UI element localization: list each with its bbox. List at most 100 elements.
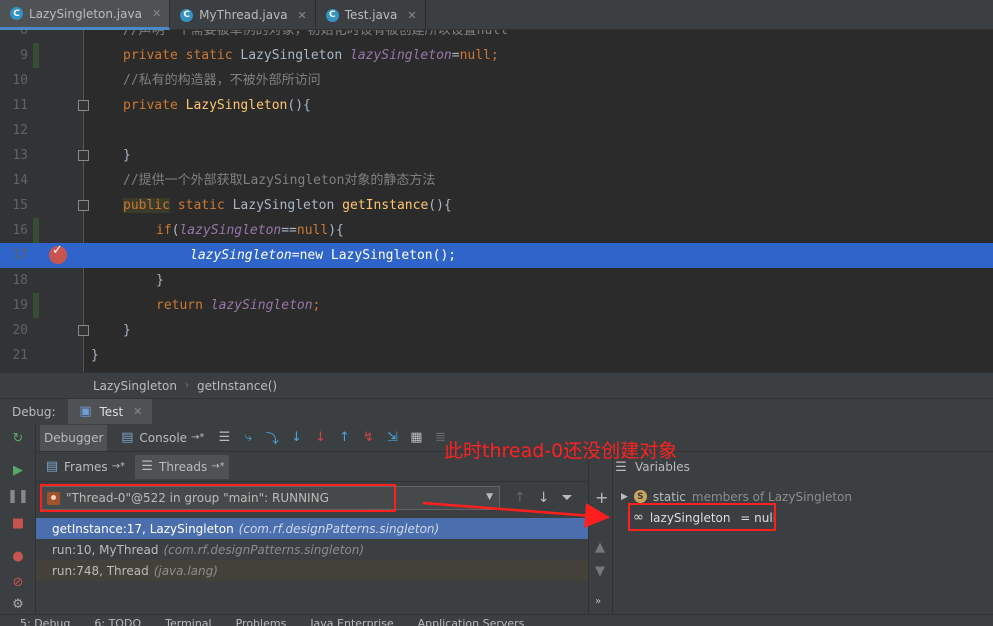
code-line[interactable]: 9 private static LazySingleton lazySingl… <box>0 43 993 68</box>
code-line[interactable]: 12 <box>0 118 993 143</box>
more-icon[interactable]: » <box>595 596 601 607</box>
fold-icon[interactable] <box>78 325 89 336</box>
evaluate-expression-icon[interactable]: ▦ <box>408 430 424 446</box>
code-line[interactable]: 11 private LazySingleton(){ <box>0 93 993 118</box>
execution-point-line[interactable]: 17 lazySingleton=new LazySingleton(); <box>0 243 993 268</box>
code-text: return lazySingleton; <box>156 298 321 313</box>
run-config-icon: ▣ <box>79 404 92 419</box>
breadcrumb-method[interactable]: getInstance() <box>197 379 277 393</box>
debug-session-tab[interactable]: ▣ Test ✕ <box>67 398 153 425</box>
menu-icon[interactable]: ☰ <box>216 430 232 446</box>
move-up-icon[interactable]: ▲ <box>595 540 605 555</box>
close-icon[interactable]: ✕ <box>133 405 142 418</box>
force-step-into-icon[interactable]: ↓ <box>312 430 328 446</box>
stop-icon[interactable]: ■ <box>10 515 26 531</box>
annotation-box-variable <box>628 503 776 531</box>
bottom-tool-bar: 5: Debug 6: TODO Terminal Problems Java … <box>0 614 993 626</box>
fold-icon[interactable] <box>78 100 89 111</box>
static-icon: S <box>633 490 647 503</box>
tab-lazysingleton[interactable]: C LazySingleton.java ✕ <box>0 0 171 30</box>
close-icon[interactable]: ✕ <box>152 7 161 20</box>
move-down-icon[interactable]: ▼ <box>595 564 605 579</box>
pin-icon[interactable]: →* <box>112 461 125 472</box>
rerun-icon[interactable]: ↻ <box>10 430 26 446</box>
tab-debugger[interactable]: Debugger <box>40 424 108 451</box>
line-number: 13 <box>12 148 28 163</box>
line-number: 9 <box>20 48 28 63</box>
code-line[interactable]: 16 if(lazySingleton==null){ <box>0 218 993 243</box>
bottom-tab-todo[interactable]: 6: TODO <box>94 615 141 626</box>
step-over-icon[interactable]: ⤵ <box>264 430 280 447</box>
tab-console[interactable]: ▤ Console →* <box>115 425 208 451</box>
debug-tool-window-header: Debug: ▣ Test ✕ <box>0 398 993 425</box>
line-number: 21 <box>12 348 28 363</box>
step-into-icon[interactable]: ↓ <box>288 430 304 446</box>
code-line[interactable]: 18 } <box>0 268 993 293</box>
bottom-tab-debug[interactable]: 5: Debug <box>20 615 70 626</box>
code-text: //私有的构造器，不被外部所访问 <box>123 73 321 88</box>
bottom-tab-problems[interactable]: Problems <box>236 615 287 626</box>
bottom-tab-terminal[interactable]: Terminal <box>165 615 212 626</box>
drop-frame-icon[interactable]: ↯ <box>360 430 376 446</box>
code-text: public static LazySingleton getInstance(… <box>123 198 452 213</box>
change-marker <box>33 293 39 318</box>
variables-side-toolbar: + − ▲ ▼ » <box>588 452 612 614</box>
pause-icon[interactable]: ❚❚ <box>7 488 29 504</box>
code-text: } <box>156 273 164 288</box>
debugger-tab-label: Debugger <box>44 430 104 445</box>
mute-breakpoints-icon[interactable]: ⊘ <box>10 574 26 590</box>
code-text: } <box>123 148 131 163</box>
code-line[interactable]: 15 public static LazySingleton getInstan… <box>0 193 993 218</box>
run-to-cursor-icon[interactable]: ⇲ <box>384 430 400 446</box>
code-text: } <box>123 323 131 338</box>
tab-test[interactable]: C Test.java ✕ <box>316 0 426 30</box>
fold-icon[interactable] <box>78 200 89 211</box>
code-line[interactable]: 8 //声明一个需要被单例的对象，初始化时设有被创建所以设置null <box>0 30 993 43</box>
tab-mythread[interactable]: C MyThread.java ✕ <box>170 0 316 30</box>
annotation-arrow <box>422 501 610 528</box>
line-number: 11 <box>12 98 28 113</box>
frame-row[interactable]: run:10, MyThread (com.rf.designPatterns.… <box>36 539 588 560</box>
code-line[interactable]: 14 //提供一个外部获取LazySingleton对象的静态方法 <box>0 168 993 193</box>
code-line[interactable]: 21 } <box>0 343 993 368</box>
annotation-box-thread <box>40 484 396 512</box>
code-line[interactable]: 13 } <box>0 143 993 168</box>
code-text: } <box>91 348 99 363</box>
pin-icon[interactable]: →* <box>211 461 224 472</box>
annotation-text: 此时thread-0还没创建对象 <box>444 440 678 462</box>
breakpoint-icon[interactable] <box>49 243 67 264</box>
close-icon[interactable]: ✕ <box>298 9 307 22</box>
breadcrumb-class[interactable]: LazySingleton <box>93 379 177 393</box>
bottom-tab-java-enterprise[interactable]: Java Enterprise <box>310 615 393 626</box>
expand-arrow-icon[interactable]: ▶ <box>621 492 628 502</box>
variables-panel: ☰ Variables ▶ S static members of LazySi… <box>612 452 993 614</box>
line-number: 8 <box>20 30 28 38</box>
debug-left-toolbar: ↻ ▶ ❚❚ ■ ● ⊘ ⚙ <box>0 424 36 614</box>
code-line[interactable]: 20 } <box>0 318 993 343</box>
pin-icon[interactable]: →* <box>191 432 204 443</box>
tab-frames[interactable]: ▤ Frames →* <box>40 455 129 479</box>
frame-method: run:10, MyThread <box>52 542 159 557</box>
show-execution-point-icon[interactable]: ⤷ <box>240 430 256 446</box>
frame-row[interactable]: run:748, Thread (java.lang) <box>36 560 588 581</box>
tab-label: MyThread.java <box>199 8 288 22</box>
line-number: 14 <box>12 173 28 188</box>
code-editor[interactable]: 8 //声明一个需要被单例的对象，初始化时设有被创建所以设置null 9 pri… <box>0 30 993 372</box>
settings-icon[interactable]: ⚙ <box>10 596 26 612</box>
tab-threads[interactable]: ☰ Threads →* <box>135 454 229 479</box>
line-number: 12 <box>12 123 28 138</box>
code-line[interactable]: 19 return lazySingleton; <box>0 293 993 318</box>
step-out-icon[interactable]: ↑ <box>336 430 352 446</box>
frames-tab-label: Frames <box>64 459 108 474</box>
frame-package: (com.rf.designPatterns.singleton) <box>163 542 365 557</box>
code-line[interactable]: 10 //私有的构造器，不被外部所访问 <box>0 68 993 93</box>
fold-icon[interactable] <box>78 150 89 161</box>
resume-icon[interactable]: ▶ <box>10 462 26 478</box>
java-class-icon: C <box>325 8 339 22</box>
view-breakpoints-icon[interactable]: ● <box>10 548 26 564</box>
frames-list: getInstance:17, LazySingleton (com.rf.de… <box>36 518 588 581</box>
bottom-tab-app-servers[interactable]: Application Servers <box>418 615 525 626</box>
console-tab-label: Console <box>139 430 188 445</box>
close-icon[interactable]: ✕ <box>407 9 416 22</box>
threads-icon: ☰ <box>141 459 153 474</box>
